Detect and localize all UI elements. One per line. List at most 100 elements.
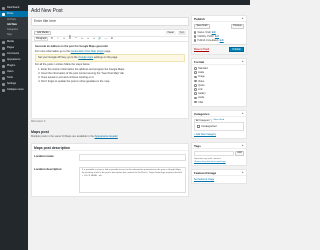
tab-visual[interactable]: Visual [165,31,176,35]
tag-input[interactable] [194,151,234,157]
admin-sidebar: Dashboard Posts All Posts Add New Catego… [0,5,28,250]
editor-heading: Geocode an address to the post for Googl… [35,45,109,48]
categories-title: Categories [194,112,210,117]
radio[interactable] [194,92,197,96]
plugin-page-link[interactable]: Geolocation Post Map plugin [71,50,104,53]
bullet-list-button[interactable]: ≡ [62,37,66,41]
brush-icon [2,58,5,62]
radio[interactable] [194,88,197,91]
main-content: Add New Post Enter title here Add Media … [31,5,189,197]
checkbox[interactable] [197,125,200,128]
wrench-icon [2,76,5,80]
page-title: Add New Post [31,8,63,14]
radio[interactable] [194,96,197,100]
pin-icon [194,31,197,34]
radio-checked[interactable] [194,67,197,70]
location-description-label: Location description [34,167,62,171]
choose-tags-link[interactable]: Choose from the most used tags [192,161,246,165]
edit-status-link[interactable]: Edit [212,31,216,34]
list-item: Enter the custom information the address… [41,68,185,72]
format-label: Aside [198,71,205,75]
tab-text[interactable]: Text [177,31,186,35]
sidebar-item-label: Collapse menu [7,88,24,91]
set-featured-image-link[interactable]: Set featured image [192,176,246,183]
radio[interactable] [194,84,197,87]
edit-schedule-link[interactable]: Edit [220,39,224,42]
location-description-textarea[interactable]: It is possible to insert a link to provi… [79,167,186,193]
italic-button[interactable]: I [56,37,60,41]
editor-list: Enter the custom information the address… [35,68,185,84]
tab-most-used[interactable]: Most Used [213,119,225,122]
preview-button[interactable]: Preview [230,24,244,29]
users-icon [2,70,5,74]
link-button[interactable]: 🔗 [98,37,102,41]
publish-button[interactable]: Publish [229,46,244,52]
location-name-input[interactable] [79,154,186,161]
page-icon [2,46,5,50]
publish-box: Publish ▲ Save Draft Preview Status: Draf… [191,15,247,55]
align-center-button[interactable]: ≡ [86,37,90,41]
add-media-button[interactable]: Add Media [34,30,52,36]
appearance-header-link[interactable]: Appearance Header [95,135,118,138]
list-item: Don't forget to update the post to show … [41,80,185,84]
location-description-row: Location description It is possible to i… [32,164,188,196]
editor-paragraph: For more information go to the Geolocati… [35,50,185,54]
editor-body[interactable]: Geocode an address to the post for Googl… [32,42,188,87]
plugin-icon [2,64,5,68]
publish-title: Publish [194,17,205,21]
post-editor: Add Media Visual Text Paragraph B I ≡ ≣ … [31,29,189,119]
format-box: Format ▲ Standard Aside Image Video Quote… [191,57,247,108]
format-option-chat[interactable]: Chat [194,100,244,104]
caret-up-icon[interactable]: ▲ [241,16,244,21]
maps-description-box: Maps post description Location name Loca… [31,143,189,197]
format-label: Video [198,79,205,83]
move-to-trash-link[interactable]: Move to Trash [194,48,209,51]
submenu-tags[interactable]: Tags [0,33,28,38]
caret-up-icon[interactable]: ▲ [241,59,244,64]
right-sidebar: Publish ▲ Save Draft Preview Status: Draf… [191,15,247,187]
tab-all-categories[interactable]: All Categories [194,119,212,123]
add-category-link[interactable]: + Add New Category [192,133,246,138]
format-label: Audio [198,96,205,100]
sidebar-collapse-menu[interactable]: Collapse menu [0,87,28,93]
comment-icon [2,52,5,56]
sidebar-item-label: Posts [7,12,14,15]
format-label: Link [198,88,203,92]
google-apps-link[interactable]: Google Apps [78,56,93,59]
post-title-input[interactable]: Enter title here [31,17,189,26]
align-left-button[interactable]: ≡ [80,37,84,41]
tags-title: Tags [194,144,201,149]
format-select[interactable]: Paragraph [34,37,48,41]
publish-actions: Save Draft Preview [192,22,246,31]
editor-note: Set your Google API key, go to the Googl… [35,54,185,62]
bold-button[interactable]: B [50,37,54,41]
more-button[interactable]: — [104,37,108,41]
caret-up-icon[interactable]: ▲ [241,143,244,148]
radio[interactable] [194,100,197,104]
posts-submenu: All Posts Add New Categories Tags [0,17,28,39]
save-draft-button[interactable]: Save Draft [194,24,210,29]
blockquote-button[interactable]: ❝ [74,37,78,41]
location-name-row: Location name [32,151,188,164]
category-label: Uncategorized [201,125,217,129]
numbered-list-button[interactable]: ≣ [68,37,72,41]
caret-up-icon[interactable]: ▲ [241,170,244,175]
radio[interactable] [194,79,197,83]
text: For more information go to the [35,49,71,53]
category-list: Uncategorized [194,122,244,132]
text: page. [103,49,112,53]
format-label: Standard [198,67,208,71]
featured-image-title: Featured Image [194,171,217,176]
align-right-button[interactable]: ≡ [92,37,96,41]
caret-up-icon[interactable]: ▲ [241,111,244,116]
radio[interactable] [194,75,197,79]
toolbar-toggle-button[interactable]: ⊞ [110,37,114,41]
pin-icon [2,12,5,16]
radio[interactable] [194,71,197,75]
eye-icon [194,35,197,38]
add-tag-button[interactable]: Add [234,151,244,156]
edit-visibility-link[interactable]: Edit [215,35,219,38]
schedule-row: Publish immediately Edit [192,39,246,43]
text: Multiple posts in the same hit Maps are … [31,135,95,138]
calendar-icon [194,39,197,42]
